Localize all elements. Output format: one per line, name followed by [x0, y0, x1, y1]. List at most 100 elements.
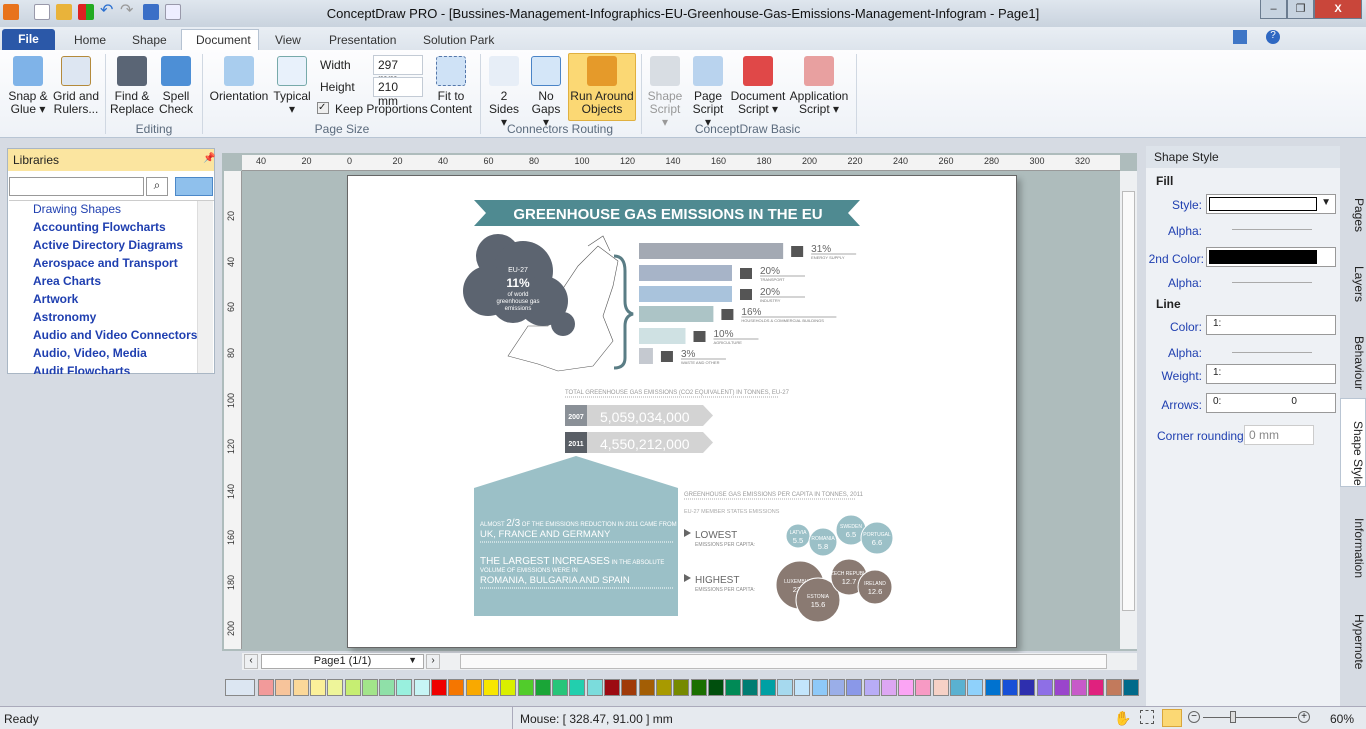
second-alpha-slider[interactable] — [1232, 282, 1312, 283]
tab-layers[interactable]: Layers — [1340, 244, 1366, 302]
color-swatch[interactable] — [1001, 679, 1018, 696]
color-swatch[interactable] — [880, 679, 897, 696]
color-swatch[interactable] — [604, 679, 620, 696]
no-gaps-button[interactable]: No Gaps ▾ — [527, 54, 565, 129]
tab-solution-park[interactable]: Solution Park — [409, 31, 508, 50]
color-swatch[interactable] — [863, 679, 880, 696]
palette-options-icon[interactable] — [225, 679, 255, 696]
library-item[interactable]: Accounting Flowcharts — [33, 220, 166, 238]
document-script-button[interactable]: Document Script ▾ — [730, 54, 786, 116]
snap-glue-button[interactable]: Snap & Glue ▾ — [8, 54, 48, 116]
line-color-select[interactable]: 1: — [1206, 315, 1336, 335]
library-item[interactable]: Drawing Shapes — [33, 202, 121, 220]
library-item[interactable]: Area Charts — [33, 274, 101, 292]
color-swatch[interactable] — [673, 679, 690, 696]
library-item[interactable]: Audit Flowcharts — [33, 364, 130, 374]
page-script-button[interactable]: Page Script ▾ — [688, 54, 728, 129]
color-swatch[interactable] — [742, 679, 759, 696]
two-sides-button[interactable]: 2 Sides ▾ — [484, 54, 524, 129]
zoom-out-button[interactable]: − — [1188, 711, 1200, 723]
color-swatch[interactable] — [1071, 679, 1088, 696]
library-search-input[interactable] — [9, 177, 144, 196]
color-swatch[interactable] — [309, 679, 326, 696]
file-menu[interactable]: File — [2, 29, 55, 50]
color-swatch[interactable] — [655, 679, 672, 696]
color-swatch[interactable] — [707, 679, 724, 696]
orientation-button[interactable]: Orientation — [207, 54, 271, 103]
color-swatch[interactable] — [967, 679, 984, 696]
color-swatch[interactable] — [777, 679, 793, 696]
tab-hypernote[interactable]: Hypernote — [1340, 592, 1366, 669]
color-swatch[interactable] — [258, 679, 274, 696]
library-item[interactable]: Audio and Video Connectors — [33, 328, 197, 346]
tab-pages[interactable]: Pages — [1340, 176, 1366, 232]
tab-shape-style[interactable]: Shape Style — [1340, 398, 1366, 487]
color-swatch[interactable] — [431, 679, 447, 696]
color-swatch[interactable] — [1123, 679, 1139, 696]
color-swatch[interactable] — [500, 679, 517, 696]
color-swatch[interactable] — [794, 679, 811, 696]
help-icon[interactable]: ? — [1266, 30, 1280, 44]
color-swatch[interactable] — [586, 679, 603, 696]
color-swatch[interactable] — [327, 679, 344, 696]
vertical-scrollbar[interactable] — [1120, 171, 1137, 649]
color-swatch[interactable] — [1019, 679, 1036, 696]
library-item[interactable]: Audio, Video, Media — [33, 346, 147, 364]
zoom-slider-thumb[interactable] — [1230, 711, 1236, 723]
color-swatch[interactable] — [984, 679, 1001, 696]
library-item[interactable]: Active Directory Diagrams — [33, 238, 183, 256]
color-swatch[interactable] — [950, 679, 966, 696]
color-swatch[interactable] — [379, 679, 396, 696]
find-replace-button[interactable]: Find & Replace — [110, 54, 154, 116]
tab-view[interactable]: View — [261, 31, 315, 50]
color-swatch[interactable] — [915, 679, 932, 696]
color-swatch[interactable] — [517, 679, 534, 696]
color-swatch[interactable] — [690, 679, 707, 696]
corner-rounding-input[interactable]: 0 mm — [1244, 425, 1314, 445]
tab-presentation[interactable]: Presentation — [315, 31, 410, 50]
close-button[interactable]: X — [1314, 0, 1362, 19]
zoom-in-button[interactable]: + — [1298, 711, 1310, 723]
color-swatch[interactable] — [534, 679, 551, 696]
drawing-page[interactable]: GREENHOUSE GAS EMISSIONS IN THE EU EU-27… — [347, 175, 1017, 648]
next-page-button[interactable]: › — [426, 654, 440, 669]
color-swatch[interactable] — [932, 679, 949, 696]
color-swatch[interactable] — [638, 679, 655, 696]
height-input[interactable]: 210 mm — [373, 77, 423, 108]
color-swatch[interactable] — [448, 679, 465, 696]
library-scrollbar[interactable] — [197, 201, 213, 373]
line-weight-select[interactable]: 1: — [1206, 364, 1336, 384]
page-selector[interactable]: Page1 (1/1) ▼ — [261, 654, 424, 669]
zoom-selection-icon[interactable] — [1140, 710, 1154, 724]
keep-proportions-checkbox[interactable]: ✓ — [317, 102, 329, 114]
fit-page-icon[interactable] — [1162, 709, 1182, 727]
library-item[interactable]: Aerospace and Transport — [33, 256, 178, 274]
color-swatch[interactable] — [413, 679, 430, 696]
color-swatch[interactable] — [1053, 679, 1070, 696]
line-alpha-slider[interactable] — [1232, 352, 1312, 353]
color-swatch[interactable] — [465, 679, 482, 696]
pin-icon[interactable]: 📌 — [203, 153, 215, 164]
library-view-button[interactable] — [175, 177, 213, 196]
shape-script-button[interactable]: Shape Script ▾ — [645, 54, 685, 129]
minimize-button[interactable]: – — [1260, 0, 1287, 19]
color-swatch[interactable] — [361, 679, 378, 696]
horizontal-scrollbar[interactable] — [460, 654, 1107, 669]
color-swatch[interactable] — [1036, 679, 1053, 696]
color-swatch[interactable] — [552, 679, 569, 696]
grid-rulers-button[interactable]: Grid and Rulers... — [52, 54, 100, 116]
color-swatch[interactable] — [828, 679, 845, 696]
layout-icon[interactable] — [1233, 30, 1247, 44]
application-script-button[interactable]: Application Script ▾ — [788, 54, 850, 116]
color-swatch[interactable] — [759, 679, 776, 696]
fill-alpha-slider[interactable] — [1232, 229, 1312, 230]
width-input[interactable]: 297 mm — [373, 55, 423, 86]
tab-document[interactable]: Document — [181, 29, 259, 51]
color-swatch[interactable] — [344, 679, 361, 696]
spell-check-button[interactable]: Spell Check — [157, 54, 195, 116]
color-swatch[interactable] — [292, 679, 309, 696]
scroll-thumb[interactable] — [1122, 191, 1135, 611]
hand-tool-icon[interactable]: ✋ — [1114, 710, 1131, 727]
color-swatch[interactable] — [621, 679, 638, 696]
fit-to-content-button[interactable]: Fit to Content — [428, 54, 474, 116]
